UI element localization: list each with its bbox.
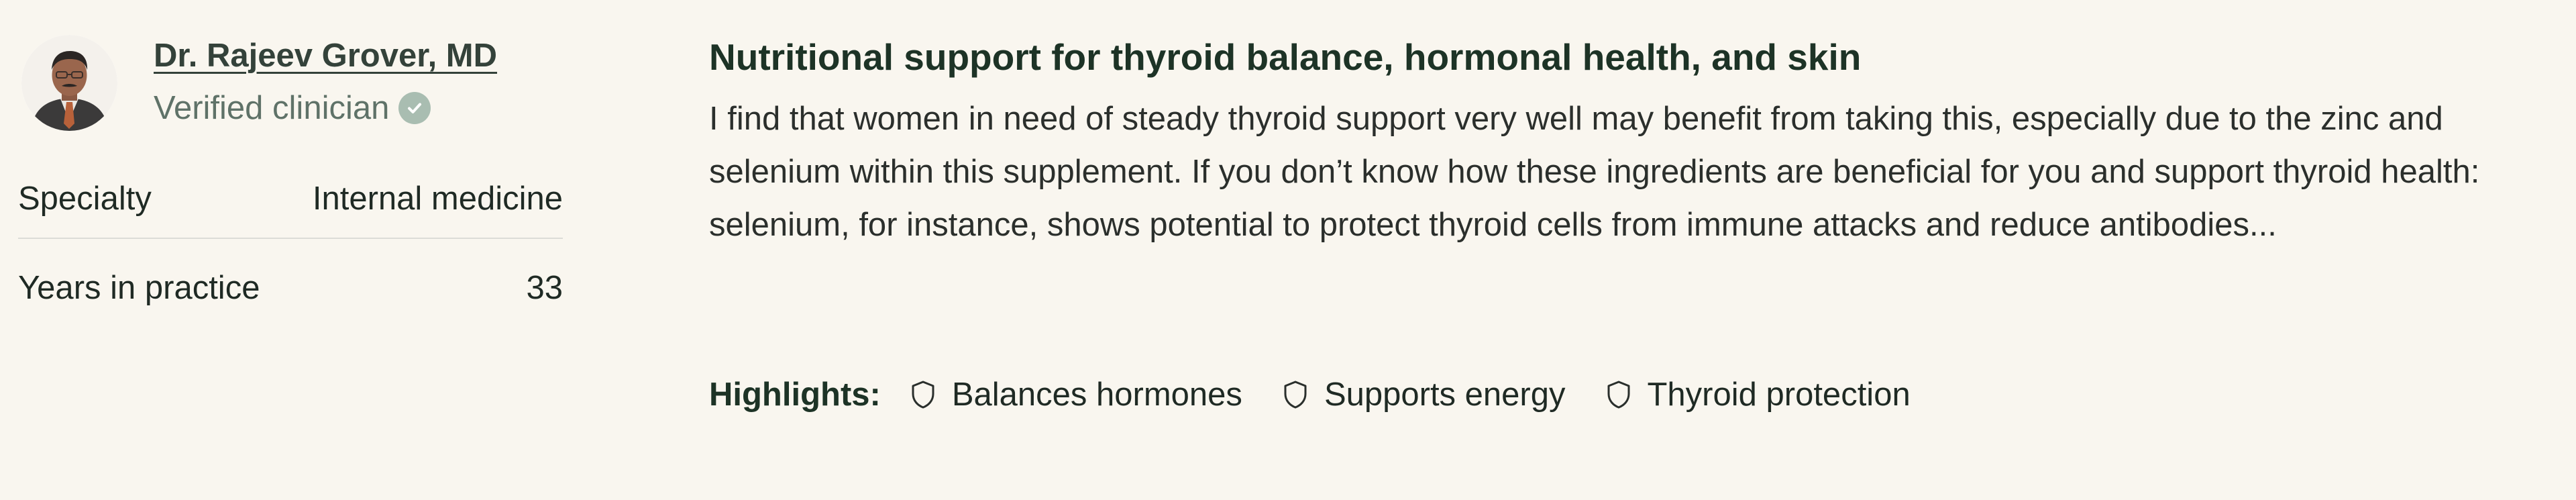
highlight-text: Supports energy: [1324, 377, 1566, 413]
years-value: 33: [526, 270, 563, 306]
years-label: Years in practice: [18, 270, 260, 306]
review-content: Nutritional support for thyroid balance,…: [709, 34, 2547, 252]
highlight-item: Thyroid protection: [1606, 376, 1911, 413]
specialty-value: Internal medicine: [312, 181, 563, 217]
clinician-card: Dr. Rajeev Grover, MD Verified clinician…: [18, 35, 563, 307]
avatar[interactable]: [21, 35, 117, 131]
clinician-name-link[interactable]: Dr. Rajeev Grover, MD: [154, 35, 497, 77]
years-row: Years in practice 33: [18, 269, 563, 307]
shield-icon: [910, 380, 936, 409]
highlights-label: Highlights:: [709, 377, 881, 413]
highlight-item: Supports energy: [1283, 376, 1566, 413]
clinician-info: Dr. Rajeev Grover, MD Verified clinician: [154, 35, 497, 129]
shield-icon: [1606, 380, 1631, 409]
highlight-text: Thyroid protection: [1647, 377, 1911, 413]
verified-label: Verified clinician: [154, 89, 390, 126]
highlight-item: Balances hormones: [910, 376, 1242, 413]
specialty-row: Specialty Internal medicine: [18, 180, 563, 239]
review-body: I find that women in need of steady thyr…: [709, 101, 2480, 243]
highlight-text: Balances hormones: [951, 377, 1242, 413]
highlights-row: Highlights: Balances hormones Supports e…: [709, 376, 1911, 413]
verified-status: Verified clinician: [154, 87, 497, 129]
clinician-header: Dr. Rajeev Grover, MD Verified clinician: [18, 35, 563, 131]
shield-icon: [1283, 380, 1308, 409]
check-circle-icon: [398, 91, 431, 124]
specialty-label: Specialty: [18, 181, 152, 217]
review-title: Nutritional support for thyroid balance,…: [709, 36, 1862, 78]
